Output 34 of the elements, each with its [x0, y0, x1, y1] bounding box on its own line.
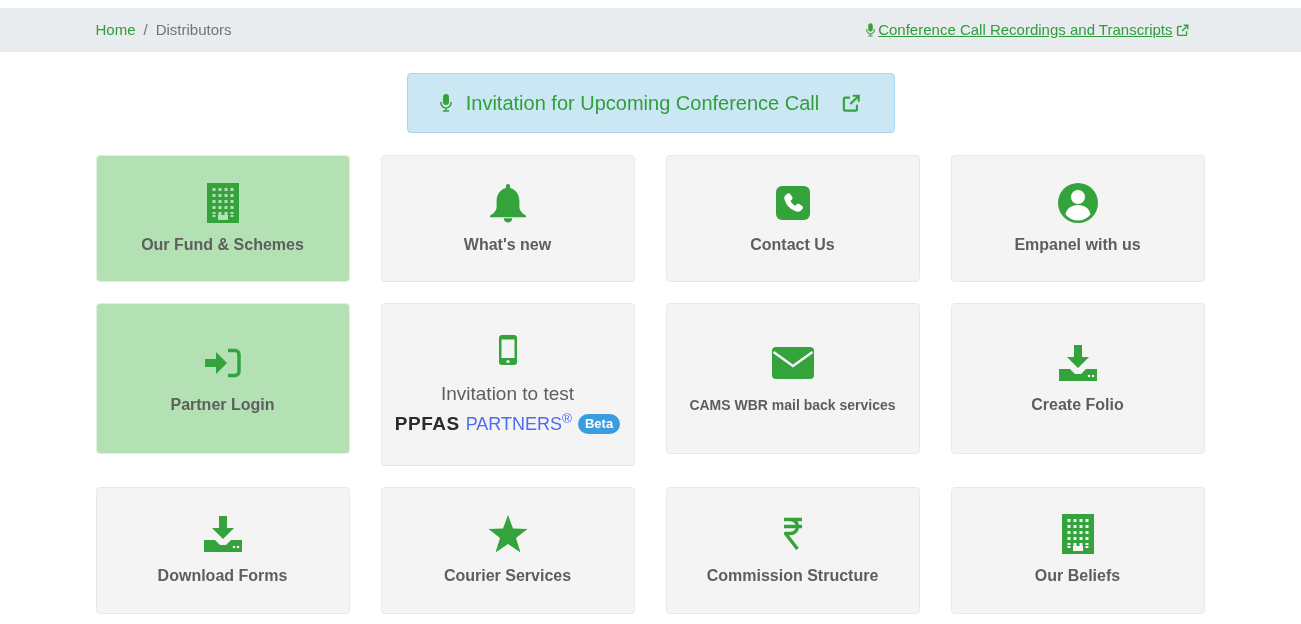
- beta-badge: Beta: [577, 414, 621, 435]
- download-tray-icon: [203, 516, 242, 552]
- menu-tile[interactable]: Create Folio: [950, 303, 1205, 454]
- menu-tile[interactable]: Our Beliefs: [950, 486, 1205, 614]
- mobile-phone-icon: [498, 335, 517, 365]
- menu-tile[interactable]: Download Forms: [95, 486, 350, 614]
- office-building-icon: [1061, 514, 1094, 554]
- star-icon: [487, 515, 528, 553]
- sign-in-arrow-icon: [204, 347, 241, 378]
- download-tray-icon: [1058, 344, 1097, 381]
- menu-tile[interactable]: Invitation to test PPFAS PARTNERS$^{®}$ Beta: [380, 303, 635, 466]
- external-link-icon: [841, 93, 862, 113]
- bell-icon: [488, 182, 527, 223]
- microphone-icon: [439, 94, 452, 112]
- breadcrumb-current: Distributors: [155, 19, 232, 40]
- external-link-icon: [1175, 23, 1189, 37]
- menu-tile[interactable]: Commission Structure: [665, 486, 920, 614]
- menu-tile[interactable]: Our Fund & Schemes: [95, 155, 350, 282]
- recordings-link[interactable]: Conference Call Recordings and Transcripts: [866, 18, 1189, 42]
- menu-tile[interactable]: Contact Us: [665, 155, 920, 282]
- menu-tile[interactable]: Partner Login: [95, 303, 350, 454]
- menu-tile[interactable]: What's new: [380, 155, 635, 282]
- breadcrumb-separator: /: [142, 19, 149, 40]
- menu-tile[interactable]: Empanel with us: [950, 155, 1205, 282]
- office-building-icon: [206, 182, 239, 223]
- phone-icon: [775, 185, 810, 220]
- menu-tile[interactable]: CAMS WBR mail back services: [665, 303, 920, 454]
- breadcrumb-link[interactable]: Home: [95, 18, 136, 42]
- microphone-icon: [866, 23, 876, 37]
- menu-tile[interactable]: Courier Services: [380, 486, 635, 614]
- partners-logo: PPFAS PARTNERS$^{®}$: [394, 410, 572, 436]
- rupee-icon: [781, 517, 804, 551]
- envelope-icon: [771, 346, 814, 379]
- user-circle-icon: [1057, 182, 1098, 223]
